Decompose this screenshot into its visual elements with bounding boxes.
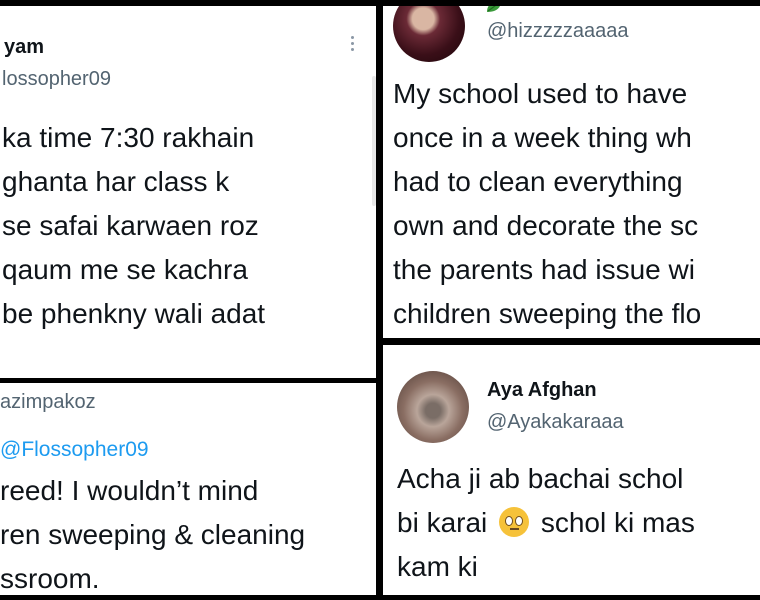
tweet-text-line: kam ki: [397, 551, 478, 582]
tweet-card-bottom-left[interactable]: azimpakoz @Flossopher09 reed! I wouldn’t…: [0, 383, 376, 595]
tweet-text-line: ssroom.: [0, 563, 100, 594]
tweet-text-line: ren sweeping & cleaning: [0, 519, 306, 550]
leaf-emoji-icon: [487, 6, 500, 12]
tweet-text-fragment: bi karai: [397, 507, 488, 538]
reply-mention-link[interactable]: @Flossopher09: [0, 438, 149, 462]
tweet-text-line: be phenkny wali adat: [2, 298, 266, 329]
tweet-card-top-right[interactable]: @hizzzzzaaaaa My school used to have onc…: [383, 6, 760, 338]
display-name[interactable]: Aya Afghan: [487, 379, 597, 402]
tweet-text-line: Acha ji ab bachai schol: [397, 463, 684, 494]
tweet-text-line: My school used to have: [393, 78, 688, 109]
tweet-text-line: the parents had issue wi: [393, 254, 695, 285]
rolling-eyes-emoji-icon: [499, 507, 530, 537]
tweet-text-line: qaum me se kachra: [2, 254, 248, 285]
tweet-text-line: reed! I wouldn’t mind: [0, 475, 259, 506]
tweet-card-bottom-right[interactable]: Aya Afghan @Ayakakaraaa Acha ji ab bacha…: [383, 345, 760, 595]
tweet-text: reed! I wouldn’t mind ren sweeping & cle…: [0, 469, 305, 595]
tweet-text-line: children sweeping the flo: [393, 298, 702, 329]
tweet-text-line: bi karai schol ki mas: [397, 501, 695, 545]
tweet-text-line: own and decorate the sc: [393, 210, 699, 241]
display-name[interactable]: yam: [4, 36, 44, 59]
tweet-text-line: se safai karwaen roz: [2, 210, 259, 241]
tweet-text: ka time 7:30 rakhain ghanta har class k …: [2, 116, 265, 336]
more-options-icon[interactable]: [344, 36, 360, 56]
username[interactable]: lossopher09: [2, 68, 111, 91]
tweet-text-line: had to clean everything: [393, 166, 683, 197]
tweet-text: Acha ji ab bachai schol bi karai schol k…: [397, 457, 695, 589]
tweet-text-line: ka time 7:30 rakhain: [2, 122, 255, 153]
tweet-text-fragment: schol ki mas: [533, 507, 695, 538]
tweet-card-top-left[interactable]: yam lossopher09 ka time 7:30 rakhain gha…: [0, 6, 376, 378]
tweet-text-line: ghanta har class k: [2, 166, 230, 197]
avatar[interactable]: [393, 6, 465, 62]
tweet-text: My school used to have once in a week th…: [393, 72, 701, 336]
username[interactable]: @hizzzzzaaaaa: [487, 20, 628, 43]
tweet-text-line: once in a week thing wh: [393, 122, 692, 153]
avatar[interactable]: [397, 371, 469, 443]
username[interactable]: azimpakoz: [0, 391, 96, 414]
scrollbar[interactable]: [372, 76, 376, 206]
username[interactable]: @Ayakakaraaa: [487, 411, 624, 434]
